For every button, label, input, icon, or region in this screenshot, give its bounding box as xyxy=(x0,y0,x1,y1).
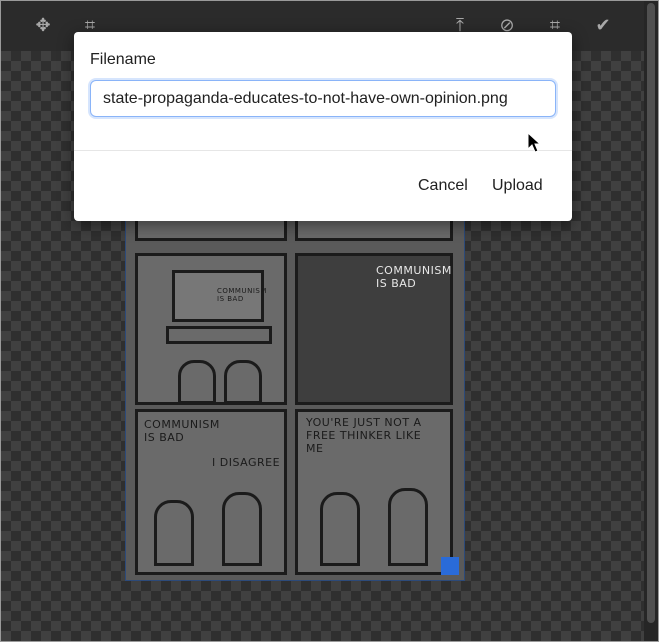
checkmark-icon[interactable]: ✔ xyxy=(590,12,616,38)
vertical-scrollbar[interactable] xyxy=(644,1,658,641)
viewer-figure xyxy=(224,360,262,404)
person-figure xyxy=(320,492,360,566)
image-editor-window: ✥ ⌗ ⤒ ⊘ ⌗ ✔ COMMUNISM IS BAD COMMUNISM I… xyxy=(0,0,659,642)
cancel-button[interactable]: Cancel xyxy=(418,177,468,195)
scrollbar-thumb[interactable] xyxy=(647,3,655,623)
person-figure xyxy=(388,488,428,566)
filename-input[interactable] xyxy=(90,80,556,117)
crop-resize-handle[interactable] xyxy=(441,557,459,575)
comic-speech: YOU'RE JUST NOT A FREE THINKER LIKE ME xyxy=(306,416,422,455)
person-figure xyxy=(222,492,262,566)
comic-panel-disagree: COMMUNISM IS BAD I DISAGREE xyxy=(135,409,287,575)
dialog-divider xyxy=(74,150,572,151)
comic-speech: COMMUNISM IS BAD xyxy=(144,418,220,444)
comic-speech: I DISAGREE xyxy=(212,456,281,469)
move-icon[interactable]: ✥ xyxy=(30,12,56,38)
mouse-pointer-icon xyxy=(527,132,541,153)
comic-speech: COMMUNISM IS BAD xyxy=(376,264,452,290)
tv-stand xyxy=(166,326,272,344)
tv-caption: COMMUNISM IS BAD xyxy=(217,287,267,303)
viewer-figure xyxy=(178,360,216,404)
upload-button[interactable]: Upload xyxy=(492,177,543,195)
comic-image[interactable]: COMMUNISM IS BAD COMMUNISM IS BAD COMMUN… xyxy=(125,215,465,581)
person-figure xyxy=(154,500,194,566)
filename-dialog: Filename Cancel Upload xyxy=(74,32,572,221)
comic-panel-free-thinker: YOU'RE JUST NOT A FREE THINKER LIKE ME xyxy=(295,409,453,575)
comic-panel-tv: COMMUNISM IS BAD xyxy=(135,253,287,405)
comic-panel-concert: COMMUNISM IS BAD xyxy=(295,253,453,405)
tv-screen: COMMUNISM IS BAD xyxy=(172,270,267,322)
filename-label: Filename xyxy=(90,51,156,68)
